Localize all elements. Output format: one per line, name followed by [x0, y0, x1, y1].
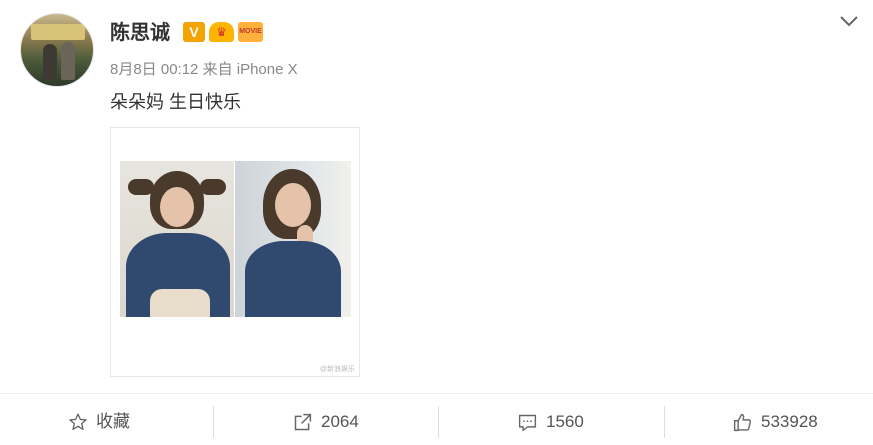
photo-left [120, 161, 234, 317]
photo-right [235, 161, 351, 317]
image-watermark: @新浪娱乐 [319, 366, 355, 373]
post-meta: 8月8日 00:12 来自 iPhone X [110, 60, 298, 80]
comment-button[interactable]: 1560 [517, 410, 584, 434]
post-text: 朵朵妈 生日快乐 [110, 92, 242, 112]
action-separator [213, 406, 214, 438]
like-count: 533928 [761, 412, 818, 431]
thumbs-up-icon [733, 413, 752, 431]
chevron-down-icon[interactable] [838, 12, 860, 30]
avatar[interactable] [20, 13, 94, 87]
favorite-button[interactable]: 收藏 [68, 410, 130, 434]
action-separator [438, 406, 439, 438]
action-separator [664, 406, 665, 438]
share-icon [294, 413, 312, 430]
post-timestamp[interactable]: 8月8日 00:12 [110, 61, 198, 78]
username[interactable]: 陈思诚 [110, 20, 170, 46]
comment-count: 1560 [546, 412, 584, 431]
post-image[interactable]: @新浪娱乐 [110, 127, 360, 377]
crown-badge-icon[interactable]: ♛ [209, 22, 234, 42]
action-bar-divider [0, 393, 873, 394]
repost-button[interactable]: 2064 [292, 410, 359, 434]
repost-count: 2064 [321, 412, 359, 431]
post-source: 来自 iPhone X [202, 61, 298, 78]
favorite-label: 收藏 [96, 412, 130, 431]
star-icon [69, 413, 87, 430]
verified-badge-icon[interactable]: V [183, 22, 205, 42]
comment-icon [518, 414, 537, 431]
like-button[interactable]: 533928 [732, 410, 818, 434]
movie-badge-icon[interactable]: MOVIE [238, 22, 263, 42]
